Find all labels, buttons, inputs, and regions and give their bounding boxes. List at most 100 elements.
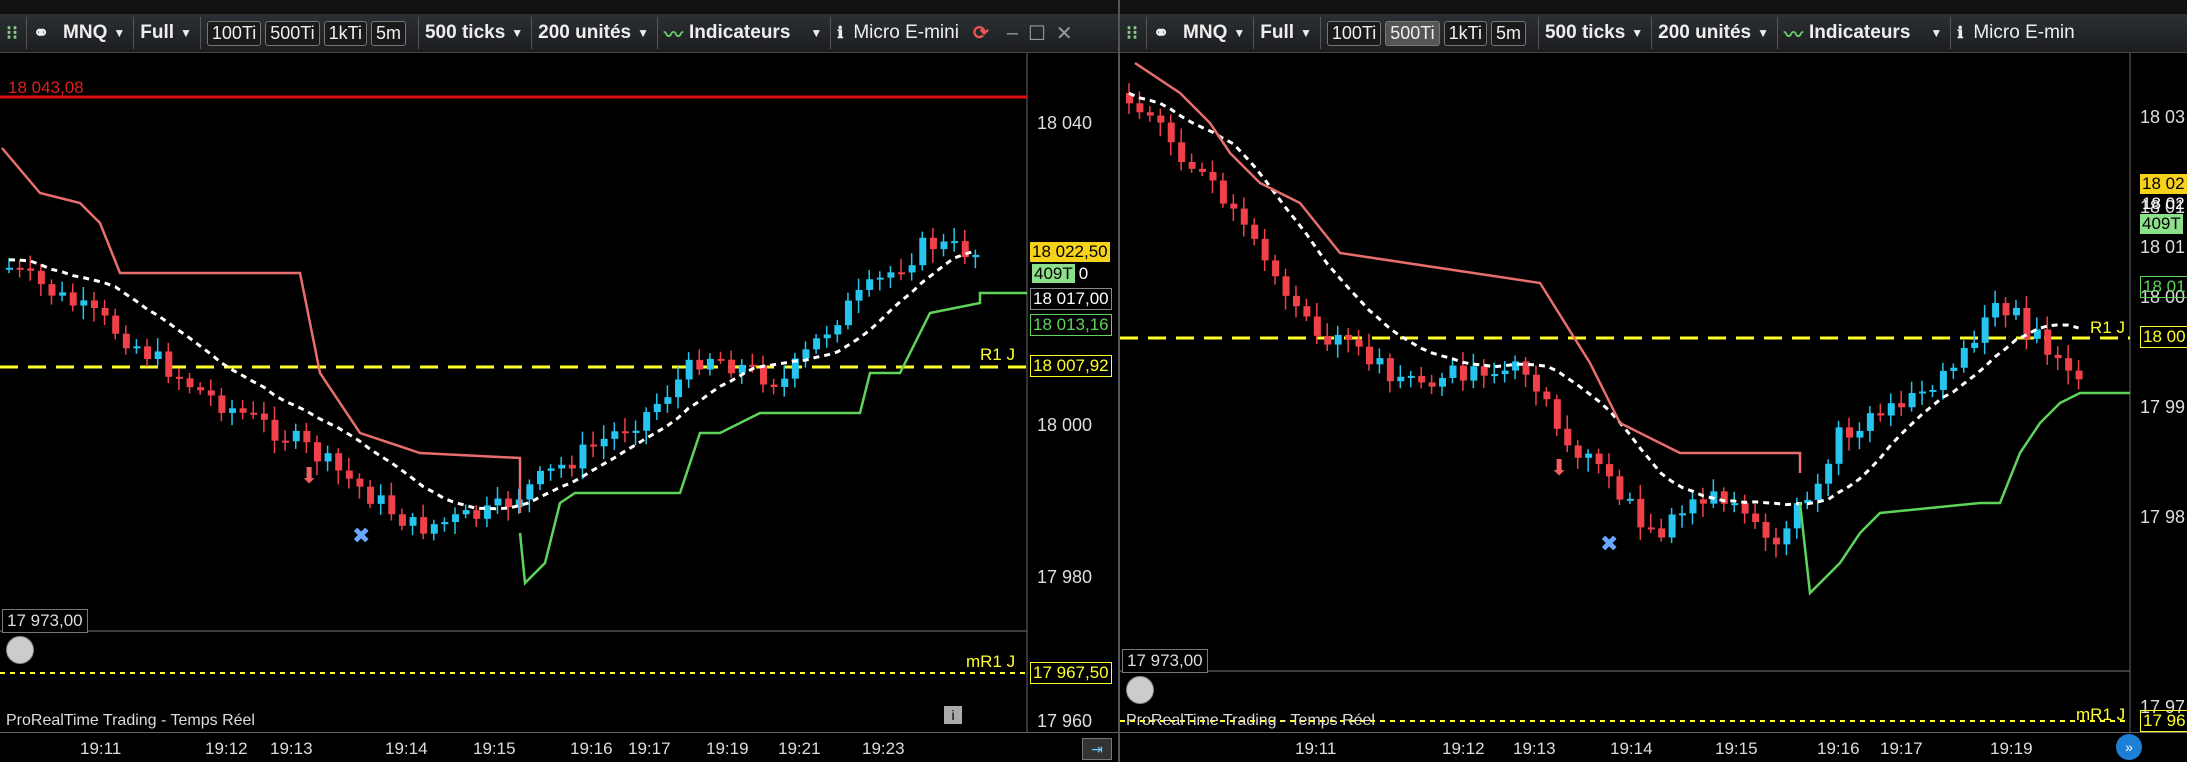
chip-100ti[interactable]: 100Ti xyxy=(1326,20,1382,46)
candle xyxy=(112,315,120,334)
chevron-down-icon: ▼ xyxy=(810,26,823,40)
candle xyxy=(685,359,693,380)
candle xyxy=(579,444,587,469)
scroll-forward-button[interactable]: » xyxy=(2116,734,2142,760)
candle xyxy=(590,444,598,447)
chart-toolbar: ⁝⁝ ⚭ MNQ ▼ Full ▼ 100Ti 500Ti 1kTi 5m 500 … xyxy=(1120,14,2187,53)
link-icon[interactable]: ⚭ xyxy=(1146,17,1175,49)
candle xyxy=(59,292,67,296)
chevron-down-icon: ▼ xyxy=(113,26,126,40)
candle xyxy=(1981,317,1989,343)
candle xyxy=(526,484,534,500)
chip-500ti[interactable]: 500Ti xyxy=(265,20,320,46)
units-selector[interactable]: 200 unités ▼ xyxy=(1651,17,1775,49)
mode-selector[interactable]: Full ▼ xyxy=(133,17,198,49)
candle xyxy=(706,358,714,370)
chip-1kti[interactable]: 1kTi xyxy=(1443,20,1487,46)
candle xyxy=(1668,514,1676,538)
maximize-icon[interactable]: ☐ xyxy=(1028,21,1046,46)
link-icon[interactable]: ⚭ xyxy=(26,17,55,49)
price-axis-label: 17 960 xyxy=(1037,711,1092,731)
price-axis-label: 18 03 xyxy=(2140,107,2185,127)
symbol-selector[interactable]: MNQ ▼ xyxy=(1177,17,1251,49)
indicators-button[interactable]: 〰 Indicateurs xyxy=(657,17,796,49)
price-tag-p0: 18 02 xyxy=(2142,194,2185,213)
refresh-icon[interactable]: ⟳ xyxy=(967,17,995,49)
info-icon[interactable]: ℹ xyxy=(837,23,843,43)
resistance-line xyxy=(1134,61,1802,473)
candle xyxy=(175,376,183,379)
candle xyxy=(1637,498,1645,528)
candle xyxy=(1418,375,1426,383)
chip-1kti[interactable]: 1kTi xyxy=(323,20,367,46)
ticks-selector[interactable]: 500 ticks ▼ xyxy=(417,17,529,49)
ticks-selector[interactable]: 500 ticks ▼ xyxy=(1537,17,1649,49)
candle xyxy=(377,495,385,504)
window-top-strip xyxy=(0,0,1118,14)
chip-5m[interactable]: 5m xyxy=(1490,20,1526,46)
candle xyxy=(462,510,470,515)
avatar[interactable] xyxy=(1126,676,1154,704)
drag-handle-icon[interactable]: ⁝⁝ xyxy=(0,17,24,49)
chip-100ti[interactable]: 100Ti xyxy=(206,20,262,46)
drag-handle-icon[interactable]: ⁝⁝ xyxy=(1120,17,1144,49)
candle xyxy=(1199,168,1207,172)
candle xyxy=(154,351,162,360)
candle xyxy=(1397,376,1405,382)
mode-selector[interactable]: Full ▼ xyxy=(1253,17,1318,49)
candle xyxy=(728,359,736,374)
candle xyxy=(1960,347,1968,368)
candle xyxy=(1877,413,1885,416)
candle xyxy=(675,379,683,398)
avatar[interactable] xyxy=(6,636,34,664)
candle xyxy=(2044,329,2052,355)
candle xyxy=(197,387,205,391)
indicators-dropdown[interactable]: ▼ xyxy=(798,17,828,49)
candle xyxy=(409,517,417,526)
candle xyxy=(781,378,789,387)
chevron-down-icon: ▼ xyxy=(1233,26,1246,40)
chip-5m[interactable]: 5m xyxy=(370,20,406,46)
candle xyxy=(558,464,566,469)
chevron-down-icon: ▼ xyxy=(637,26,649,40)
price-chart[interactable]: 18 040 18 000 17 980 17 960 ⬇ ✖ xyxy=(0,53,1118,733)
pivot-tag: 18 00 xyxy=(2140,326,2187,348)
close-icon[interactable]: ✕ xyxy=(1056,21,1073,46)
candle xyxy=(696,359,704,370)
indicators-button[interactable]: 〰 Indicateurs xyxy=(1777,17,1916,49)
candle xyxy=(1501,370,1509,375)
resistance-line xyxy=(1,147,522,513)
candle xyxy=(1491,374,1499,377)
candle xyxy=(568,464,576,469)
scroll-end-button[interactable]: ⇥ xyxy=(1082,738,1112,760)
sell-arrow-icon: ⬇ xyxy=(1550,456,1568,481)
candle xyxy=(1971,342,1979,348)
info-icon[interactable]: i xyxy=(944,706,962,724)
symbol-selector[interactable]: MNQ ▼ xyxy=(57,17,131,49)
units-selector[interactable]: 200 unités ▼ xyxy=(531,17,655,49)
indicators-dropdown[interactable]: ▼ xyxy=(1918,17,1948,49)
candle xyxy=(1564,428,1572,446)
candle xyxy=(2075,370,2083,380)
candle xyxy=(388,495,396,515)
candle xyxy=(844,300,852,326)
chip-500ti[interactable]: 500Ti xyxy=(1385,20,1440,46)
candle xyxy=(505,498,513,508)
price-chart[interactable]: 18 0318 0118 0118 0017 9917 9817 97⬇✖ xyxy=(1120,53,2187,733)
candle xyxy=(27,268,35,271)
candle xyxy=(940,241,948,250)
candle xyxy=(2065,358,2073,371)
info-icon[interactable]: ℹ xyxy=(1957,23,1963,43)
window-top-strip xyxy=(1120,0,2187,14)
candle xyxy=(1992,303,2000,318)
candle xyxy=(1376,358,1384,365)
candle xyxy=(292,430,300,442)
mr1-tag: 17 96 xyxy=(2140,710,2187,732)
candle xyxy=(122,333,130,349)
candle xyxy=(855,289,863,301)
minimize-icon[interactable]: – xyxy=(1007,22,1018,45)
indicator-chart-icon: 〰 xyxy=(664,24,684,46)
price-tag-p1: 18 017,00 xyxy=(1030,288,1112,310)
candle xyxy=(1898,403,1906,408)
candle xyxy=(1616,476,1624,500)
